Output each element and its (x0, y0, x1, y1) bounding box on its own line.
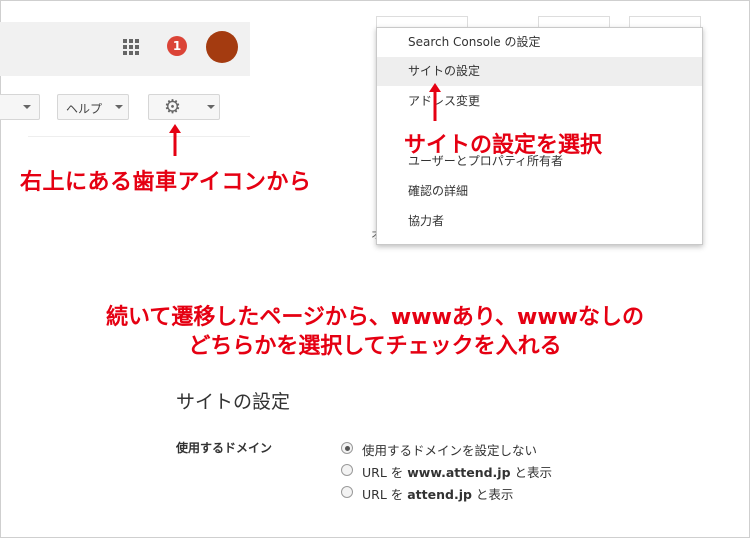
menu-item-change-of-address[interactable]: アドレス変更 (377, 87, 702, 116)
dropdown-button-partial[interactable] (0, 94, 40, 120)
help-button-label: ヘルプ (66, 102, 103, 116)
menu-item-site-settings[interactable]: サイトの設定 (377, 57, 702, 86)
menu-item-associates[interactable]: 協力者 (377, 207, 702, 236)
divider (28, 136, 250, 137)
avatar[interactable] (206, 31, 238, 63)
menu-item-verification-details[interactable]: 確認の詳細 (377, 177, 702, 206)
up-arrow-icon (428, 83, 442, 121)
caret-down-icon (115, 105, 123, 109)
radio-button[interactable] (341, 464, 353, 476)
radio-button[interactable] (341, 486, 353, 498)
notification-badge[interactable]: 1 (167, 36, 187, 56)
instruction-line-1: 続いて遷移したページから、wwwあり、wwwなしの (106, 305, 644, 330)
up-arrow-icon (168, 124, 182, 156)
help-button[interactable]: ヘルプ (57, 94, 129, 120)
menu-item-search-console-settings[interactable]: Search Console の設定 (377, 28, 702, 57)
caret-down-icon (207, 105, 215, 109)
caret-down-icon (23, 105, 31, 109)
apps-grid-icon[interactable] (123, 39, 139, 55)
option-domain: attend.jp (407, 487, 472, 502)
menu-caption: サイトの設定を選択 (404, 133, 603, 158)
gear-icon: ⚙ (164, 96, 182, 118)
radio-button-selected[interactable] (341, 442, 353, 454)
option-text-prefix: URL を (362, 487, 408, 502)
option-text-suffix: と表示 (471, 487, 514, 502)
settings-gear-button[interactable]: ⚙ (148, 94, 220, 120)
option-text-suffix: と表示 (510, 465, 553, 480)
option-text: 使用するドメインを設定しない (362, 443, 538, 458)
instruction-line-2: どちらかを選択してチェックを入れる (188, 334, 562, 359)
gear-caption: 右上にある歯車アイコンから (20, 170, 312, 195)
site-settings-title: サイトの設定 (176, 391, 291, 413)
option-text-prefix: URL を (362, 465, 408, 480)
preferred-domain-label: 使用するドメイン (176, 441, 273, 455)
option-domain: www.attend.jp (407, 465, 511, 480)
